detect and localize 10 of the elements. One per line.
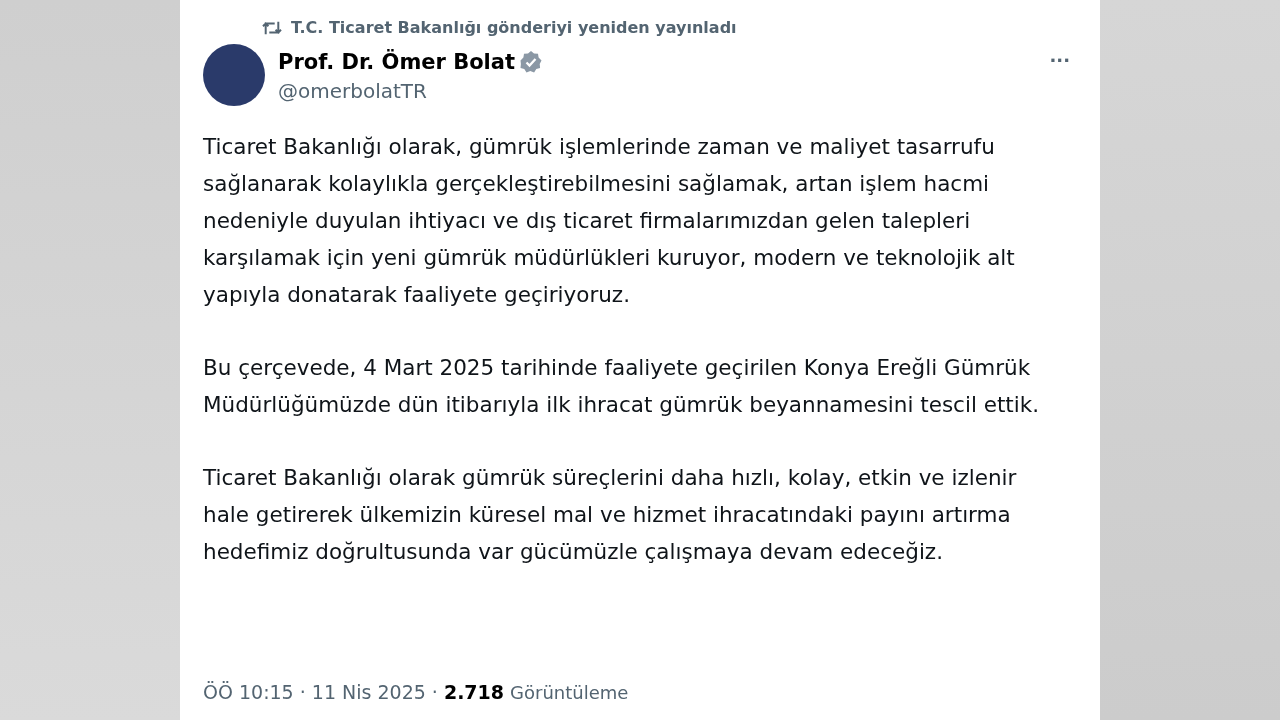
views-label: Görüntüleme [510, 680, 629, 705]
post-paragraph: Bu çerçevede, 4 Mart 2025 tarihinde faaliyete geçirilen Konya Ereğli Gümrük Müdürlüğümüzde dün itibarıyla ilk ihracat gümrük beyannamesini tescil ettik. [203, 354, 1041, 419]
post-timestamp[interactable]: ÖÖ 10:15 · 11 Nis 2025 · [203, 677, 438, 706]
more-options-button[interactable]: ··· [1049, 52, 1070, 70]
post-paragraph: Ticaret Bakanlığı olarak, gümrük işlemlerinde zaman ve maliyet tasarrufu sağlanarak kolaylıkla gerçekleştirebilmesini sağlamak, artan işlem hacmi nedeniyle duyulan ihtiyacı ve dış ticaret firmalarımızdan gelen talepleri karşılamak için yeni gümrük müdürlükleri kuruyor, modern ve teknolojik alt yapıyla donatarak faaliyete geçiriyoruz. [203, 133, 1016, 309]
post-paragraph: Ticaret Bakanlığı olarak gümrük süreçlerini daha hızlı, kolay, etkin ve izlenir hale getirerek ülkemizin küresel mal ve hizmet ihracatındaki payını artırma hedefimiz doğrultusunda var gücümüzle çalışmaya devam edeceğiz. [203, 464, 1018, 566]
author-name[interactable]: Prof. Dr. Ömer Bolat [278, 48, 516, 76]
repost-note[interactable]: T.C. Ticaret Bakanlığı gönderiyi yeniden yayınladı [291, 15, 737, 40]
author-handle[interactable]: @omerbolatTR [278, 76, 544, 106]
views-count: 2.718 [443, 679, 504, 705]
